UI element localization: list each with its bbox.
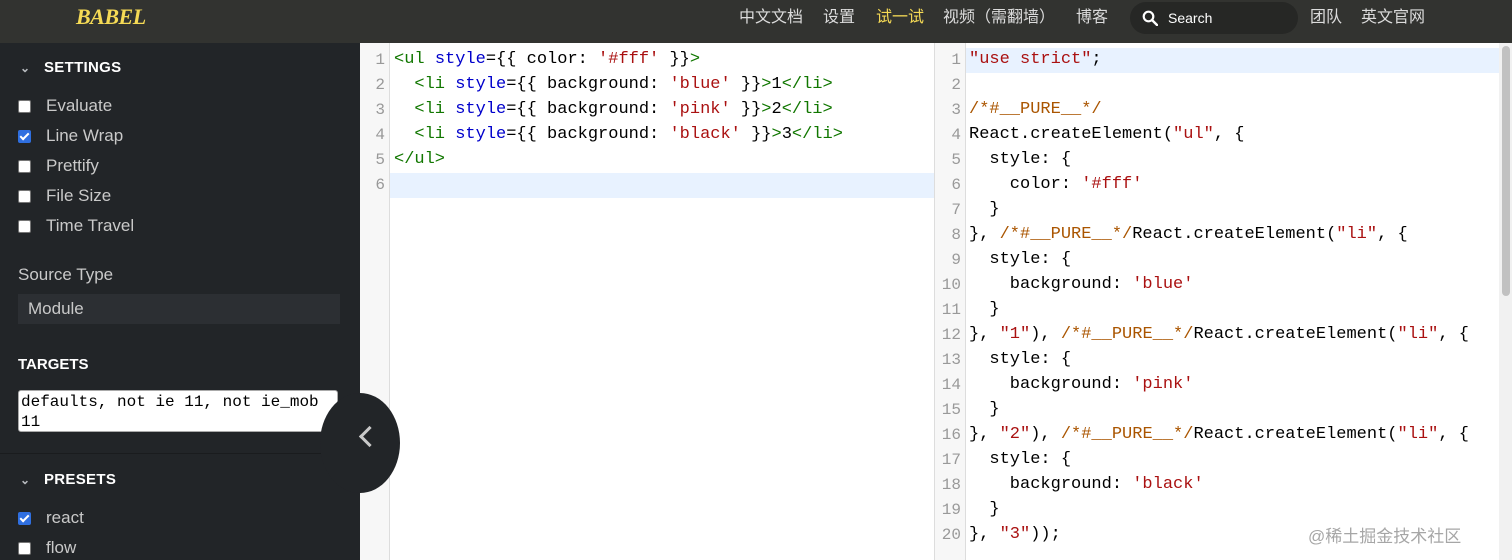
targets-textarea[interactable]: defaults, not ie 11, not ie_mob 11 (18, 390, 338, 432)
option-label: Prettify (46, 156, 99, 175)
chevron-left-icon (358, 425, 381, 448)
code-line: /*#__PURE__*/ (969, 100, 1102, 119)
nav-link-videos[interactable]: 视频（需翻墙） (943, 9, 1055, 27)
code-line: color: '#fff' (969, 175, 1143, 194)
active-line-highlight (390, 173, 934, 198)
line-number: 6 (375, 176, 385, 194)
option-label: Time Travel (46, 216, 135, 235)
babel-logo[interactable]: BABEL (76, 4, 146, 30)
settings-section-header[interactable]: ⌄ SETTINGS (20, 59, 121, 76)
preset-label: react (46, 508, 84, 527)
checkbox[interactable] (18, 160, 31, 173)
section-divider (0, 453, 360, 454)
line-number: 19 (941, 501, 961, 519)
option-label: Evaluate (46, 96, 113, 115)
checkbox[interactable] (18, 512, 31, 525)
line-number: 4 (375, 126, 385, 144)
line-gutter: 1 2 3 4 5 6 7 8 9 10 11 12 13 14 15 16 1… (935, 43, 966, 560)
targets-title: TARGETS (18, 356, 89, 373)
collapse-sidebar-button[interactable] (320, 393, 400, 493)
line-number: 12 (941, 326, 961, 344)
nav-link-blog[interactable]: 博客 (1076, 9, 1108, 27)
code-line: background: 'black' (969, 475, 1204, 494)
checkbox[interactable] (18, 100, 31, 113)
code-line: } (969, 500, 1000, 519)
source-type-label: Source Type (18, 265, 114, 284)
line-number: 5 (375, 151, 385, 169)
code-line: "use strict"; (969, 50, 1102, 69)
source-type-value: Module (28, 299, 84, 318)
code-line: React.createElement("ul", { (969, 125, 1245, 144)
top-nav: BABEL 中文文档 设置 试一试 视频（需翻墙） 博客 Search 团队 英… (0, 0, 1512, 43)
code-line: }, "1"), /*#__PURE__*/React.createElemen… (969, 325, 1469, 344)
search-box[interactable]: Search (1130, 2, 1298, 34)
code-line: <li style={{ background: 'blue' }}>1</li… (414, 75, 833, 94)
watermark: @稀土掘金技术社区 (1308, 527, 1462, 546)
line-number: 5 (951, 151, 961, 169)
settings-title: SETTINGS (44, 59, 122, 76)
preset-label: flow (46, 538, 77, 557)
line-number: 10 (941, 276, 961, 294)
code-line: style: { (969, 350, 1072, 369)
code-line: </ul> (394, 150, 446, 169)
line-number: 15 (941, 401, 961, 419)
option-label: Line Wrap (46, 126, 124, 145)
code-line: <li style={{ background: 'pink' }}>2</li… (414, 100, 833, 119)
code-line: } (969, 400, 1000, 419)
scrollbar-thumb[interactable] (1502, 46, 1510, 296)
output-editor[interactable]: 1 2 3 4 5 6 7 8 9 10 11 12 13 14 15 16 1… (934, 43, 1500, 560)
code-line: }, /*#__PURE__*/React.createElement("li"… (969, 225, 1408, 244)
search-label: Search (1168, 10, 1213, 26)
chevron-down-icon: ⌄ (20, 61, 31, 75)
input-editor[interactable]: 1 2 3 4 5 6 <ul style={{ color: '#fff' }… (360, 43, 934, 560)
line-number: 8 (951, 226, 961, 244)
line-number: 13 (941, 351, 961, 369)
presets-section-header[interactable]: ⌄ PRESETS (20, 471, 116, 488)
search-icon (1142, 10, 1158, 26)
line-number: 2 (375, 76, 385, 94)
line-number: 2 (951, 76, 961, 94)
line-number: 1 (951, 51, 961, 69)
source-type-select[interactable]: Module (18, 294, 340, 324)
line-number: 14 (941, 376, 961, 394)
code-line: background: 'pink' (969, 375, 1194, 394)
code-line: <ul style={{ color: '#fff' }}> (394, 50, 701, 69)
code-line: <li style={{ background: 'black' }}>3</l… (414, 125, 843, 144)
code-line: background: 'blue' (969, 275, 1194, 294)
code-line: }, "3")); (969, 525, 1061, 544)
code-line: style: { (969, 250, 1072, 269)
nav-link-docs[interactable]: 中文文档 (739, 9, 803, 27)
checkbox[interactable] (18, 542, 31, 555)
nav-link-team[interactable]: 团队 (1310, 9, 1342, 27)
line-number: 6 (951, 176, 961, 194)
code-line: }, "2"), /*#__PURE__*/React.createElemen… (969, 425, 1469, 444)
line-number: 3 (375, 101, 385, 119)
line-number: 17 (941, 451, 961, 469)
line-number: 9 (951, 251, 961, 269)
chevron-down-icon: ⌄ (20, 473, 31, 487)
sidebar: ⌄ SETTINGS Evaluate Line Wrap Prettify Fi… (0, 43, 360, 560)
line-number: 16 (941, 426, 961, 444)
code-line: style: { (969, 450, 1072, 469)
nav-link-english-site[interactable]: 英文官网 (1361, 9, 1425, 27)
checkbox[interactable] (18, 130, 31, 143)
checkbox[interactable] (18, 220, 31, 233)
code-line: style: { (969, 150, 1072, 169)
line-number: 11 (941, 301, 961, 319)
nav-link-setup[interactable]: 设置 (823, 9, 855, 27)
checkbox[interactable] (18, 190, 31, 203)
code-line: } (969, 300, 1000, 319)
code-line: } (969, 200, 1000, 219)
nav-link-try-it-out[interactable]: 试一试 (876, 9, 924, 27)
presets-title: PRESETS (44, 471, 117, 488)
line-number: 4 (951, 126, 961, 144)
option-label: File Size (46, 186, 112, 205)
line-number: 20 (941, 526, 961, 544)
line-number: 3 (951, 101, 961, 119)
line-number: 7 (951, 201, 961, 219)
line-number: 18 (941, 476, 961, 494)
line-number: 1 (375, 51, 385, 69)
